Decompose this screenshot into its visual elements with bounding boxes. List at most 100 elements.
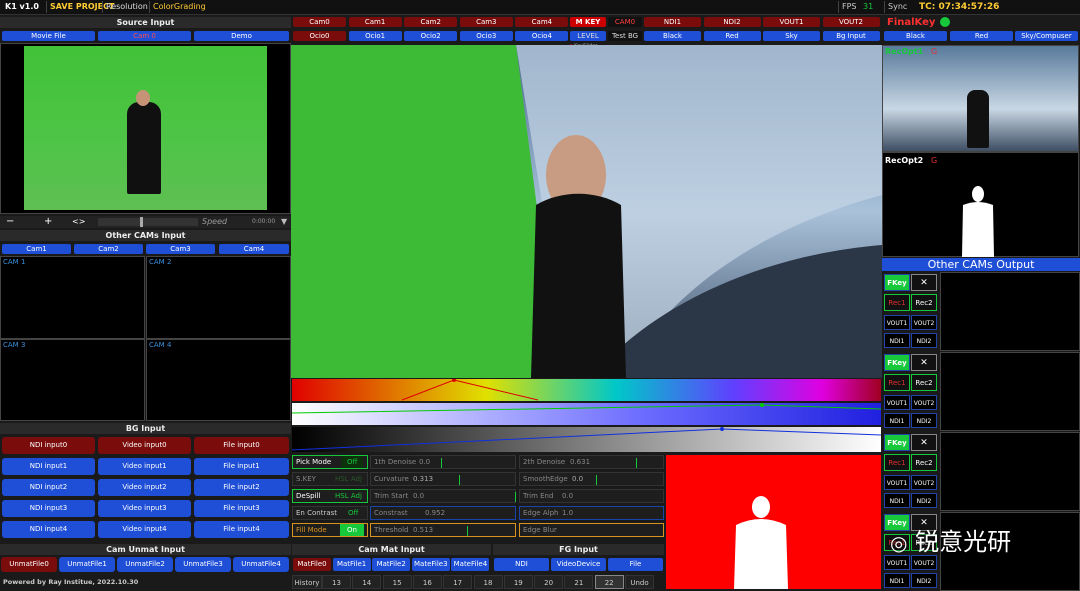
trim-start-handle[interactable]: [515, 492, 516, 502]
tab-movie-file[interactable]: Movie File: [2, 31, 95, 41]
tab-cam1[interactable]: Cam1: [2, 244, 71, 254]
bg-input-button[interactable]: Video input3: [98, 500, 191, 517]
step-button[interactable]: <>: [72, 216, 85, 228]
ocio-button[interactable]: Ocio1: [348, 31, 402, 41]
bg-input-button[interactable]: NDI input3: [2, 500, 95, 517]
ndi1-button[interactable]: NDI1: [884, 573, 910, 588]
final-black-button[interactable]: Black: [884, 31, 947, 41]
history-step[interactable]: 14: [352, 575, 382, 589]
final-red-button[interactable]: Red: [950, 31, 1013, 41]
denoise1-slider[interactable]: 1th Denoise 0.0: [370, 455, 516, 469]
vout1-button[interactable]: VOUT1: [884, 475, 910, 490]
unmat-file-button[interactable]: UnmatFile3: [175, 557, 231, 572]
unmat-file-button[interactable]: UnmatFile2: [117, 557, 173, 572]
threshold-slider[interactable]: Threshold 0.513: [370, 523, 516, 537]
close-icon[interactable]: ✕: [911, 354, 937, 371]
ndi2-button[interactable]: NDI2: [911, 413, 937, 428]
mat-file-button[interactable]: MatFile1: [332, 558, 371, 571]
curvature-handle[interactable]: [459, 475, 460, 485]
ndi2-button[interactable]: NDI2: [911, 573, 937, 588]
curvature-slider[interactable]: Curvature 0.313: [370, 472, 516, 486]
plus-button[interactable]: +: [44, 216, 52, 228]
tab-demo[interactable]: Demo: [194, 31, 289, 41]
ndi2-button[interactable]: NDI2: [911, 333, 937, 348]
history-step[interactable]: 13: [322, 575, 351, 589]
threshold-handle[interactable]: [467, 526, 468, 536]
vout1-button[interactable]: VOUT1: [884, 555, 910, 570]
bg-input-button[interactable]: NDI input4: [2, 521, 95, 538]
vout1-button[interactable]: VOUT1: [884, 395, 910, 410]
ndi1-button[interactable]: NDI1: [884, 493, 910, 508]
rec1-button[interactable]: Rec1: [884, 374, 910, 391]
ocio-button[interactable]: Ocio4: [515, 31, 569, 41]
unmat-file-button[interactable]: UnmatFile1: [59, 557, 115, 572]
bg-input-button[interactable]: NDI input0: [2, 437, 95, 454]
smooth-edge-handle[interactable]: [596, 475, 597, 485]
ocio-button[interactable]: Ocio3: [459, 31, 513, 41]
history-step[interactable]: 15: [382, 575, 412, 589]
level-button[interactable]: LEVEL: [570, 31, 606, 41]
vout1-button[interactable]: VOUT1: [884, 315, 910, 330]
trim-start-slider[interactable]: Trim Start 0.0: [370, 489, 516, 503]
fg-input-button[interactable]: NDI: [494, 558, 549, 571]
bg-input-button[interactable]: Video input1: [98, 458, 191, 475]
vout2-button[interactable]: VOUT2: [911, 395, 937, 410]
pick-mode-toggle[interactable]: Pick Mode Off: [292, 455, 368, 469]
history-step[interactable]: 22: [594, 575, 624, 589]
history-step[interactable]: 18: [473, 575, 503, 589]
cam-select-button[interactable]: Cam4: [515, 17, 569, 27]
test-bg-button[interactable]: Sky: [763, 31, 820, 41]
output-button[interactable]: VOUT2: [822, 17, 880, 27]
en-contrast-toggle[interactable]: En Contrast Off: [292, 506, 368, 520]
vout2-button[interactable]: VOUT2: [911, 475, 937, 490]
fill-mode-toggle[interactable]: Fill Mode On: [292, 523, 368, 537]
tab-cam0[interactable]: Cam 0: [98, 31, 191, 41]
resolution-button[interactable]: Resolution: [102, 1, 151, 13]
mat-file-button[interactable]: MateFile4: [451, 558, 490, 571]
history-step[interactable]: 19: [503, 575, 533, 589]
vout2-button[interactable]: VOUT2: [911, 315, 937, 330]
ndi1-button[interactable]: NDI1: [884, 413, 910, 428]
trim-end-slider[interactable]: Trim End 0.0: [519, 489, 664, 503]
history-step[interactable]: 21: [564, 575, 594, 589]
mat-file-button[interactable]: MateFile3: [411, 558, 450, 571]
final-sky-button[interactable]: Sky/Compuser: [1015, 31, 1078, 41]
luminance-bar[interactable]: [292, 427, 881, 452]
edge-blur-slider[interactable]: Edge Blur: [519, 523, 664, 537]
history-step[interactable]: 16: [412, 575, 442, 589]
bg-input-button[interactable]: File input3: [194, 500, 289, 517]
chevron-down-icon[interactable]: ▼: [281, 216, 287, 228]
tab-cam2[interactable]: Cam2: [74, 244, 143, 254]
mat-file-button[interactable]: MatFile0: [293, 558, 331, 571]
rec2-button[interactable]: Rec2: [911, 294, 937, 311]
bg-input-button[interactable]: File input2: [194, 479, 289, 496]
timeline-slider[interactable]: [98, 217, 198, 227]
test-bg-button[interactable]: Red: [703, 31, 761, 41]
cam0-indicator[interactable]: CAM0: [608, 17, 642, 27]
fkey-button[interactable]: FKey: [884, 274, 910, 291]
output-button[interactable]: VOUT1: [763, 17, 820, 27]
bg-input-button[interactable]: Video input2: [98, 479, 191, 496]
ocio-button[interactable]: Ocio0: [293, 31, 346, 41]
rec2-button[interactable]: Rec2: [911, 374, 937, 391]
rec2-button[interactable]: Rec2: [911, 454, 937, 471]
mat-file-button[interactable]: MatFile2: [372, 558, 411, 571]
contrast-slider[interactable]: Constrast 0.952: [370, 506, 516, 520]
rec1-button[interactable]: Rec1: [884, 454, 910, 471]
mkey-button[interactable]: M KEY: [570, 17, 606, 27]
bg-input-button[interactable]: Video input4: [98, 521, 191, 538]
cam-select-button[interactable]: Cam0: [293, 17, 346, 27]
ocio-button[interactable]: Ocio2: [404, 31, 458, 41]
history-step[interactable]: 17: [443, 575, 473, 589]
fg-input-button[interactable]: VideoDevice: [551, 558, 606, 571]
unmat-file-button[interactable]: UnmatFile4: [233, 557, 289, 572]
edge-alpha-slider[interactable]: Edge Alph 1.0: [519, 506, 664, 520]
bg-input-button[interactable]: File input0: [194, 437, 289, 454]
color-grading-button[interactable]: ColorGrading: [149, 1, 209, 13]
fkey-button[interactable]: FKey: [884, 354, 910, 371]
bg-input-button[interactable]: File input1: [194, 458, 289, 475]
close-icon[interactable]: ✕: [911, 434, 937, 451]
saturation-bar[interactable]: [292, 403, 881, 425]
ndi1-button[interactable]: NDI1: [884, 333, 910, 348]
output-button[interactable]: NDI1: [644, 17, 701, 27]
